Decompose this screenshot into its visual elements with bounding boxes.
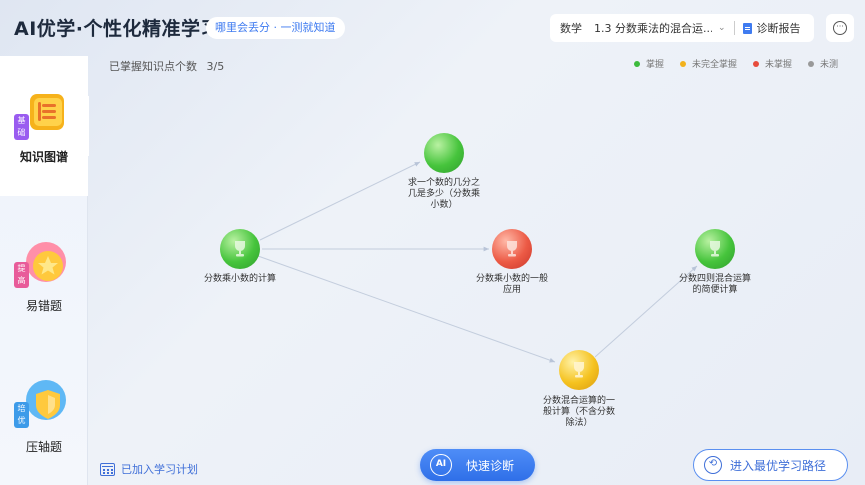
study-plan-link[interactable]: 已加入学习计划 [100, 461, 198, 477]
knowledge-node-5[interactable] [695, 229, 735, 269]
ai-icon: AI [430, 454, 452, 476]
study-plan-label: 已加入学习计划 [121, 463, 198, 476]
edge-1-2 [259, 161, 421, 241]
edge-1-4 [257, 255, 556, 363]
knowledge-graph-edges [257, 161, 698, 363]
trophy-icon [507, 241, 517, 257]
optimal-path-label: 进入最优学习路径 [730, 458, 827, 473]
trophy-icon [574, 362, 584, 378]
knowledge-node-1[interactable] [220, 229, 260, 269]
quick-diagnose-label: 快速诊断 [466, 458, 515, 473]
knowledge-node-3[interactable] [492, 229, 532, 269]
trophy-icon [235, 241, 245, 257]
node-label: 求一个数的几分之几是多少（分数乘小数） [407, 178, 480, 210]
knowledge-node-2[interactable] [424, 133, 464, 173]
optimal-path-button[interactable]: ⟲ 进入最优学习路径 [693, 449, 848, 481]
node-label: 分数混合运算的一般计算（不含分数除法） [542, 396, 615, 428]
calendar-icon [100, 462, 115, 476]
route-icon: ⟲ [704, 456, 722, 474]
node-label: 分数乘小数的计算 [203, 274, 276, 284]
node-label: 分数乘小数的一般应用 [475, 274, 548, 295]
trophy-icon [710, 241, 720, 257]
node-label: 分数四则混合运算的简便计算 [678, 274, 751, 295]
knowledge-node-4[interactable] [559, 350, 599, 390]
quick-diagnose-button[interactable]: AI 快速诊断 [420, 449, 535, 481]
